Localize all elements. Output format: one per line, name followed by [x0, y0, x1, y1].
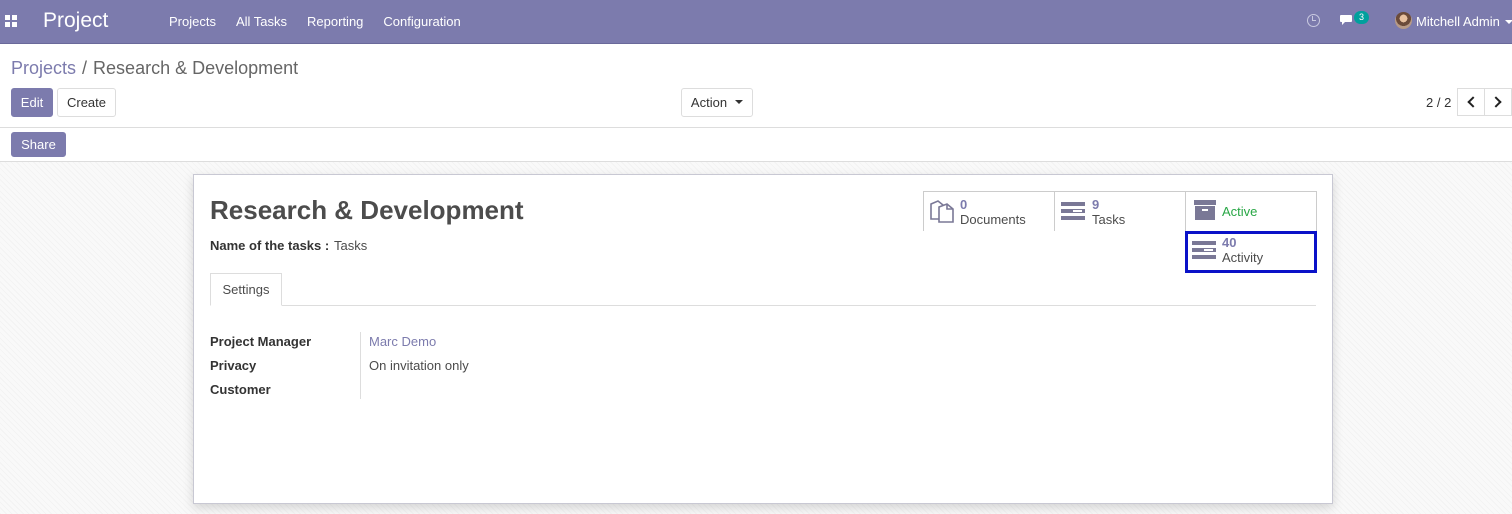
privacy-value: On invitation only — [369, 358, 469, 373]
chat-count-badge: 3 — [1354, 11, 1369, 24]
breadcrumb: Projects / Research & Development — [11, 58, 298, 79]
customer-label: Customer — [210, 382, 271, 397]
activity-label: Activity — [1222, 250, 1264, 265]
edit-button[interactable]: Edit — [11, 88, 53, 117]
action-dropdown[interactable]: Action — [681, 88, 753, 117]
control-panel-divider — [0, 127, 1512, 128]
documents-label: Documents — [960, 212, 1026, 227]
documents-count: 0 — [960, 197, 968, 212]
menu-item-reporting[interactable]: Reporting — [297, 14, 373, 29]
activity-icon — [1192, 241, 1216, 259]
record-title: Research & Development — [210, 195, 524, 225]
main-menu: Projects All Tasks Reporting Configurati… — [159, 14, 471, 29]
chevron-right-icon — [1490, 96, 1502, 108]
pager-next-button[interactable] — [1484, 88, 1512, 116]
tasks-smart-button[interactable]: 9 Tasks — [1055, 192, 1185, 232]
chevron-down-icon — [735, 100, 744, 105]
tasks-label: Tasks — [1092, 212, 1126, 227]
menu-item-configuration[interactable]: Configuration — [373, 14, 470, 29]
project-manager-link[interactable]: Marc Demo — [369, 334, 436, 349]
chevron-left-icon — [1467, 96, 1479, 108]
apps-grid-icon[interactable] — [5, 15, 17, 27]
activity-smart-button[interactable]: 40 Activity — [1185, 231, 1317, 273]
clock-icon[interactable] — [1307, 14, 1320, 27]
app-brand[interactable]: Project — [43, 9, 108, 33]
documents-smart-button[interactable]: 0 Documents — [924, 192, 1054, 232]
project-manager-label: Project Manager — [210, 334, 312, 349]
tasks-name-label: Name of the tasks : — [210, 238, 330, 253]
create-button[interactable]: Create — [57, 88, 116, 117]
tasks-count: 9 — [1092, 197, 1100, 212]
pager-previous-button[interactable] — [1457, 88, 1485, 116]
menu-item-all-tasks[interactable]: All Tasks — [226, 14, 297, 29]
breadcrumb-separator: / — [82, 58, 88, 78]
tasks-icon — [1061, 202, 1085, 220]
active-label: Active — [1222, 204, 1258, 219]
top-navbar: Project Projects All Tasks Reporting Con… — [0, 0, 1512, 44]
activity-count: 40 — [1222, 235, 1237, 250]
chevron-down-icon[interactable] — [1505, 20, 1512, 24]
field-separator — [360, 332, 361, 399]
tab-bar-line — [210, 305, 1316, 306]
breadcrumb-projects[interactable]: Projects — [11, 58, 76, 78]
action-label: Action — [690, 95, 728, 110]
tasks-name-value: Tasks — [334, 238, 368, 253]
user-menu[interactable]: Mitchell Admin — [1416, 14, 1500, 29]
breadcrumb-current: Research & Development — [93, 58, 299, 78]
chat-icon[interactable] — [1340, 14, 1355, 26]
documents-icon — [930, 200, 954, 223]
tab-settings[interactable]: Settings — [210, 273, 282, 306]
share-button[interactable]: Share — [11, 132, 66, 157]
pager-value[interactable]: 2 / 2 — [1426, 95, 1451, 110]
menu-item-projects[interactable]: Projects — [159, 14, 226, 29]
archive-icon — [1194, 200, 1216, 220]
avatar[interactable] — [1395, 12, 1412, 29]
privacy-label: Privacy — [210, 358, 257, 373]
